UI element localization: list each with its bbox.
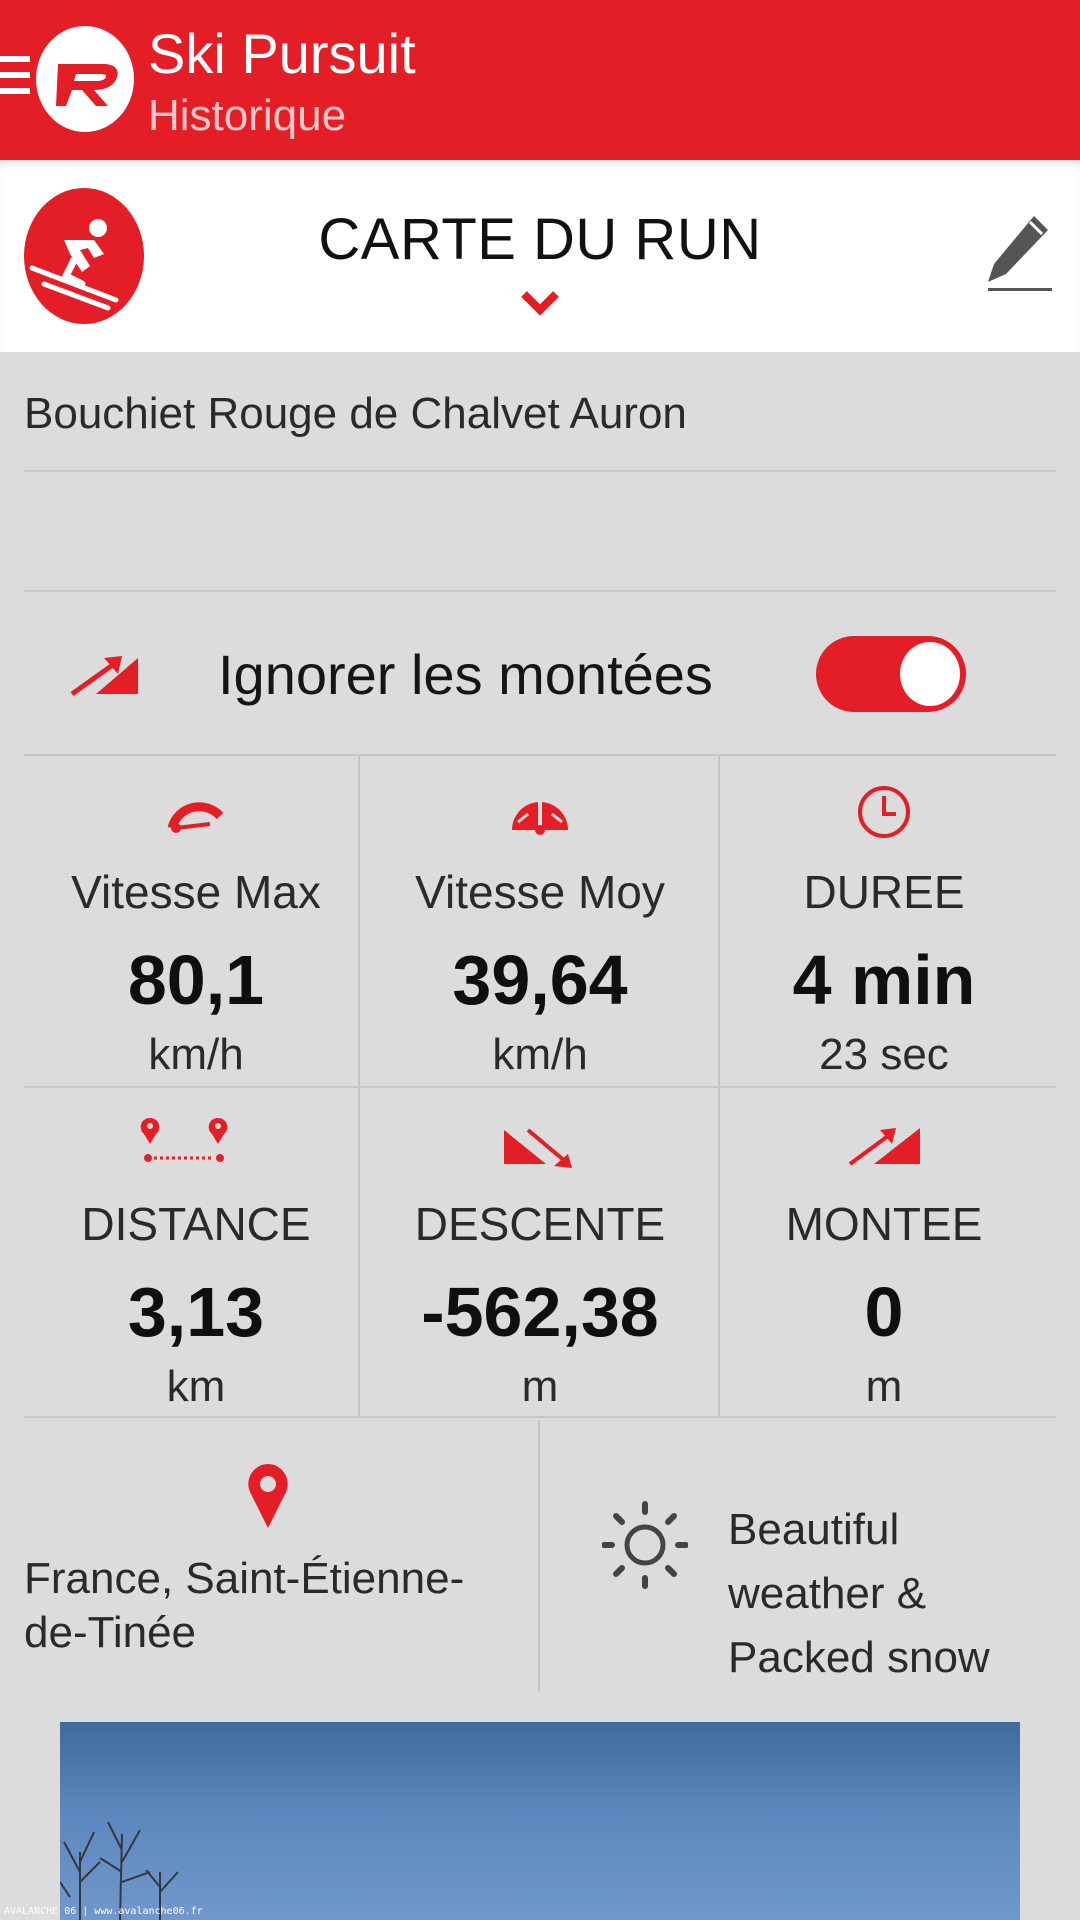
- stat-unit: m: [521, 1362, 559, 1411]
- stat-descent: DESCENTE -562,38 m: [368, 1088, 712, 1418]
- clock-icon: [712, 782, 1056, 842]
- location-pin-icon: [246, 1462, 290, 1535]
- stat-value: 4 min: [792, 941, 976, 1019]
- weather-text: Beautiful weather & Packed snow: [728, 1505, 990, 1682]
- divider: [538, 1420, 540, 1692]
- speedometer-avg-icon: [368, 782, 712, 842]
- stats-grid: Vitesse Max 80,1 km/h Vitesse Moy 39,64 …: [24, 756, 1056, 1418]
- stat-distance: DISTANCE 3,13 km: [24, 1088, 368, 1418]
- photo-caption: AVALANCHE 06 | www.avalanche06.fr: [4, 1906, 203, 1917]
- climb-icon: [712, 1114, 1056, 1174]
- page-title: CARTE DU RUN: [318, 207, 762, 272]
- stat-duration: DUREE 4 min 23 sec: [712, 756, 1056, 1086]
- stat-value: 80,1: [127, 941, 265, 1019]
- speedometer-max-icon: [24, 782, 368, 842]
- stat-value: -562,38: [421, 1273, 659, 1351]
- stat-unit: km/h: [492, 1030, 588, 1079]
- toggle-knob: [900, 642, 960, 706]
- stat-unit: km: [166, 1362, 226, 1411]
- brand-logo: [36, 26, 134, 132]
- stat-label: MONTEE: [785, 1198, 983, 1250]
- location-text: France, Saint-Étienne-de-Tinée: [24, 1554, 465, 1657]
- divider: [24, 470, 1056, 472]
- app-subtitle: Historique: [148, 91, 347, 140]
- app-bar: Ski Pursuit Historique: [0, 0, 1080, 160]
- stat-avg-speed: Vitesse Moy 39,64 km/h: [368, 756, 712, 1086]
- stat-value: 39,64: [452, 941, 628, 1019]
- ignore-climbs-row: Ignorer les montées: [0, 596, 1080, 754]
- descent-icon: [368, 1114, 712, 1174]
- divider: [24, 590, 1056, 592]
- stat-value: 0: [864, 1273, 904, 1351]
- divider: [24, 1416, 1056, 1418]
- ignore-climbs-label: Ignorer les montées: [218, 643, 713, 706]
- chevron-down-icon[interactable]: [520, 288, 560, 321]
- stat-label: DISTANCE: [81, 1198, 311, 1250]
- stat-label: Vitesse Max: [71, 866, 321, 918]
- stat-climb: MONTEE 0 m: [712, 1088, 1056, 1418]
- divider: [24, 1086, 1056, 1088]
- ignore-climbs-toggle[interactable]: [816, 636, 966, 712]
- stat-unit: 23 sec: [819, 1030, 949, 1079]
- run-header: CARTE DU RUN: [0, 160, 1080, 352]
- distance-pins-icon: [24, 1114, 368, 1174]
- stat-label: DESCENTE: [414, 1198, 666, 1250]
- stat-value: 3,13: [127, 1273, 265, 1351]
- climb-icon: [70, 650, 140, 701]
- run-name[interactable]: Bouchiet Rouge de Chalvet Auron: [24, 384, 687, 444]
- skier-icon: [24, 188, 144, 324]
- stat-unit: m: [865, 1362, 903, 1411]
- stat-label: DUREE: [803, 866, 965, 918]
- stat-unit: km/h: [148, 1030, 244, 1079]
- run-photo[interactable]: [60, 1722, 1020, 1920]
- location-weather-panel: France, Saint-Étienne-de-Tinée Beautiful…: [24, 1420, 1056, 1692]
- edit-pencil-icon[interactable]: [984, 212, 1056, 299]
- menu-icon[interactable]: [0, 56, 30, 106]
- stat-max-speed: Vitesse Max 80,1 km/h: [24, 756, 368, 1086]
- sun-icon: [601, 1500, 689, 1595]
- app-title: Ski Pursuit: [148, 22, 416, 85]
- stat-label: Vitesse Moy: [415, 866, 665, 918]
